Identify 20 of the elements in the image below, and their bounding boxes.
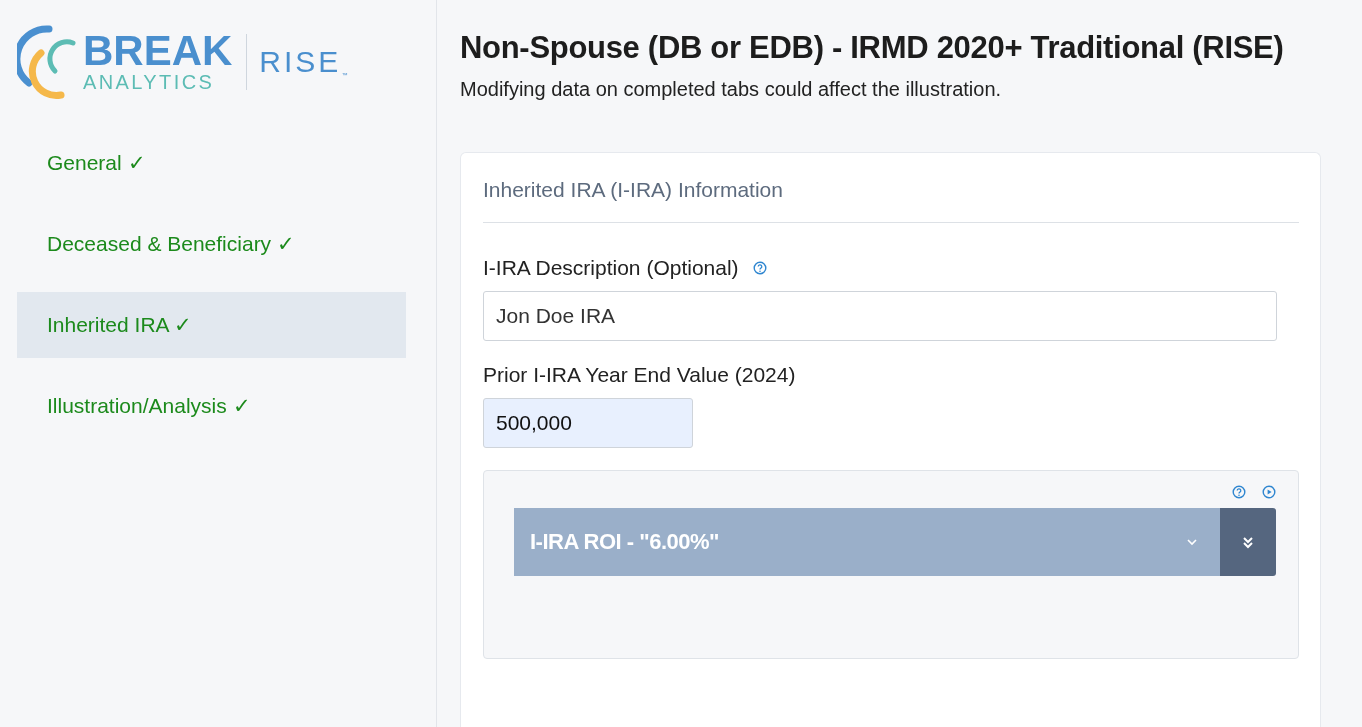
play-icon[interactable] xyxy=(1262,485,1276,499)
nav-item[interactable]: Illustration/Analysis ✓ xyxy=(17,373,406,439)
logo-subtitle: ANALYTICS xyxy=(83,71,216,93)
nav-item[interactable]: Inherited IRA ✓ xyxy=(17,292,406,358)
help-icon[interactable] xyxy=(1232,485,1246,499)
field-label: Prior I-IRA Year End Value (2024) xyxy=(483,363,796,387)
double-chevron-down-icon xyxy=(1242,535,1254,549)
input-field[interactable]: Jon Doe IRA xyxy=(483,291,1277,341)
nav-item[interactable]: Deceased & Beneficiary ✓ xyxy=(17,211,406,277)
field-label: I-IRA Description (Optional) xyxy=(483,256,739,280)
section-title: Inherited IRA (I-IRA) Information xyxy=(483,178,1299,223)
page-subtitle: Modifying data on completed tabs could affect the illustration. xyxy=(460,78,1003,101)
logo-brand: BREAK xyxy=(83,31,233,71)
page-title: Non-Spouse (DB or EDB) - IRMD 2020+ Traditional (RISE) xyxy=(460,30,1285,66)
roi-dropdown[interactable]: I-IRA ROI - "6.00%" xyxy=(514,508,1220,576)
nav-item[interactable]: General ✓ xyxy=(17,130,406,196)
chevron-down-icon xyxy=(1186,537,1198,547)
help-icon[interactable] xyxy=(752,261,767,275)
product-name: RISE xyxy=(259,45,342,79)
amount-field[interactable]: 500,000 xyxy=(483,398,693,448)
